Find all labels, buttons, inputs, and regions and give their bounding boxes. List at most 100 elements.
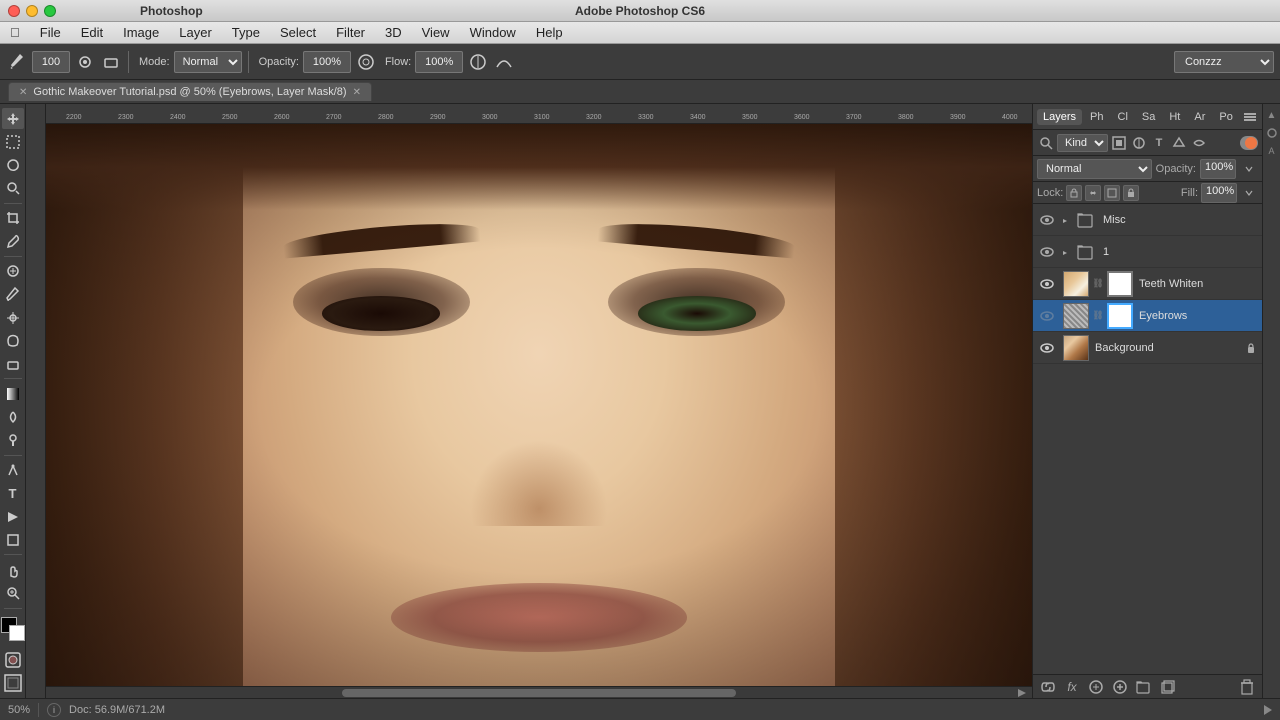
canvas-area[interactable]: 2200 2300 2400 2500 2600 2700 2800 2900 … xyxy=(26,104,1032,698)
opacity-arrow-icon[interactable] xyxy=(1240,160,1258,178)
layer-background[interactable]: Background xyxy=(1033,332,1262,364)
filter-shape-icon[interactable] xyxy=(1170,134,1188,152)
screen-mode-btn[interactable] xyxy=(2,673,24,694)
layer-misc[interactable]: Misc xyxy=(1033,204,1262,236)
lock-pixels-btn[interactable] xyxy=(1066,185,1082,201)
delete-layer-btn[interactable] xyxy=(1238,678,1256,696)
menu-file[interactable]: File xyxy=(30,23,71,42)
panel-menu-icon[interactable] xyxy=(1241,108,1259,126)
lock-all-btn[interactable] xyxy=(1123,185,1139,201)
lock-artboard-btn[interactable] xyxy=(1104,185,1120,201)
menu-apple[interactable]:  xyxy=(0,23,30,42)
blend-mode-select[interactable]: Normal xyxy=(1037,159,1152,179)
fx-btn[interactable]: fx xyxy=(1063,678,1081,696)
brush-size-display[interactable]: 100 xyxy=(32,51,70,73)
layer-visibility-group1[interactable] xyxy=(1037,247,1057,257)
filter-search-icon[interactable] xyxy=(1037,134,1055,152)
opacity-display[interactable]: 100% xyxy=(303,51,351,73)
smooth-icon[interactable] xyxy=(493,51,515,73)
doc-tab-close-icon[interactable]: ✕ xyxy=(19,87,27,98)
layer-expand-misc[interactable] xyxy=(1057,216,1073,224)
layer-visibility-eyebrows[interactable] xyxy=(1037,311,1057,321)
doc-tab-close-btn[interactable]: ✕ xyxy=(353,87,361,98)
status-info-icon[interactable]: i xyxy=(47,703,61,717)
layer-visibility-background[interactable] xyxy=(1037,343,1057,353)
filter-toggle[interactable] xyxy=(1240,136,1258,150)
layer-eyebrows[interactable]: ⛓ Eyebrows xyxy=(1033,300,1262,332)
move-tool[interactable] xyxy=(2,108,24,129)
canvas-content[interactable] xyxy=(46,124,1032,698)
quick-mask-btn[interactable] xyxy=(2,650,24,671)
flow-display[interactable]: 100% xyxy=(415,51,463,73)
close-button[interactable] xyxy=(8,5,20,17)
menu-window[interactable]: Window xyxy=(460,23,526,42)
airbrush-icon[interactable] xyxy=(355,51,377,73)
color-pair[interactable] xyxy=(1,617,25,640)
history-brush-tool[interactable] xyxy=(2,330,24,351)
quick-select-tool[interactable] xyxy=(2,177,24,198)
document-tab[interactable]: ✕ Gothic Makeover Tutorial.psd @ 50% (Ey… xyxy=(8,82,372,101)
layer-mask-eyebrows[interactable] xyxy=(1107,303,1133,329)
workspace-dropdown[interactable]: Conzzz xyxy=(1174,51,1274,73)
eraser-tool[interactable] xyxy=(2,353,24,374)
new-group-btn[interactable] xyxy=(1135,678,1153,696)
scrollbar-thumb[interactable] xyxy=(342,689,736,697)
marquee-tool[interactable] xyxy=(2,131,24,152)
layer-visibility-misc[interactable] xyxy=(1037,215,1057,225)
add-adjustment-btn[interactable] xyxy=(1111,678,1129,696)
menu-image[interactable]: Image xyxy=(113,23,169,42)
filter-pixel-icon[interactable] xyxy=(1110,134,1128,152)
lasso-tool[interactable] xyxy=(2,154,24,175)
add-mask-btn[interactable] xyxy=(1087,678,1105,696)
layer-visibility-teeth[interactable] xyxy=(1037,279,1057,289)
spot-heal-tool[interactable] xyxy=(2,261,24,282)
menu-filter[interactable]: Filter xyxy=(326,23,375,42)
path-selection-tool[interactable] xyxy=(2,506,24,527)
ht-tab[interactable]: Ht xyxy=(1163,109,1186,125)
cl-tab[interactable]: Cl xyxy=(1112,109,1134,125)
opacity-value-display[interactable]: 100% xyxy=(1200,159,1236,179)
tablet-pressure-icon[interactable] xyxy=(100,51,122,73)
dodge-tool[interactable] xyxy=(2,430,24,451)
filter-type-icon[interactable]: T xyxy=(1150,134,1168,152)
layer-expand-group1[interactable] xyxy=(1057,248,1073,256)
menu-view[interactable]: View xyxy=(412,23,460,42)
filter-adjust-icon[interactable] xyxy=(1130,134,1148,152)
menu-layer[interactable]: Layer xyxy=(169,23,222,42)
play-button[interactable] xyxy=(1264,705,1272,715)
sa-tab[interactable]: Sa xyxy=(1136,109,1161,125)
blur-tool[interactable] xyxy=(2,407,24,428)
clone-tool[interactable] xyxy=(2,307,24,328)
minimize-button[interactable] xyxy=(26,5,38,17)
lock-move-btn[interactable] xyxy=(1085,185,1101,201)
fill-arrow-icon[interactable] xyxy=(1240,184,1258,202)
shape-tool[interactable] xyxy=(2,529,24,550)
right-edge-icon-1[interactable] xyxy=(1265,126,1279,140)
right-edge-icon-2[interactable]: A xyxy=(1265,144,1279,158)
scroll-right-arrow[interactable] xyxy=(1018,689,1026,697)
stylus-icon[interactable] xyxy=(467,51,489,73)
po-tab[interactable]: Po xyxy=(1213,109,1238,125)
link-layers-btn[interactable] xyxy=(1039,678,1057,696)
menu-edit[interactable]: Edit xyxy=(71,23,113,42)
eyedropper-tool[interactable] xyxy=(2,231,24,252)
mode-select[interactable]: Normal Multiply Screen Overlay xyxy=(174,51,242,73)
layers-tab[interactable]: Layers xyxy=(1037,109,1082,125)
new-layer-btn[interactable] xyxy=(1159,678,1177,696)
zoom-tool[interactable] xyxy=(2,583,24,604)
filter-smart-icon[interactable] xyxy=(1190,134,1208,152)
menu-type[interactable]: Type xyxy=(222,23,270,42)
filter-type-select[interactable]: Kind xyxy=(1057,134,1108,152)
ph-tab[interactable]: Ph xyxy=(1084,109,1109,125)
fill-value-display[interactable]: 100% xyxy=(1201,183,1237,203)
maximize-button[interactable] xyxy=(44,5,56,17)
brush-tool-icon[interactable] xyxy=(6,51,28,73)
menu-3d[interactable]: 3D xyxy=(375,23,412,42)
ar-tab[interactable]: Ar xyxy=(1188,109,1211,125)
layer-group1[interactable]: 1 xyxy=(1033,236,1262,268)
pen-tool[interactable] xyxy=(2,460,24,481)
gradient-tool[interactable] xyxy=(2,383,24,404)
layer-teeth[interactable]: ⛓ Teeth Whiten xyxy=(1033,268,1262,300)
type-tool[interactable]: T xyxy=(2,483,24,504)
hand-tool[interactable] xyxy=(2,559,24,580)
